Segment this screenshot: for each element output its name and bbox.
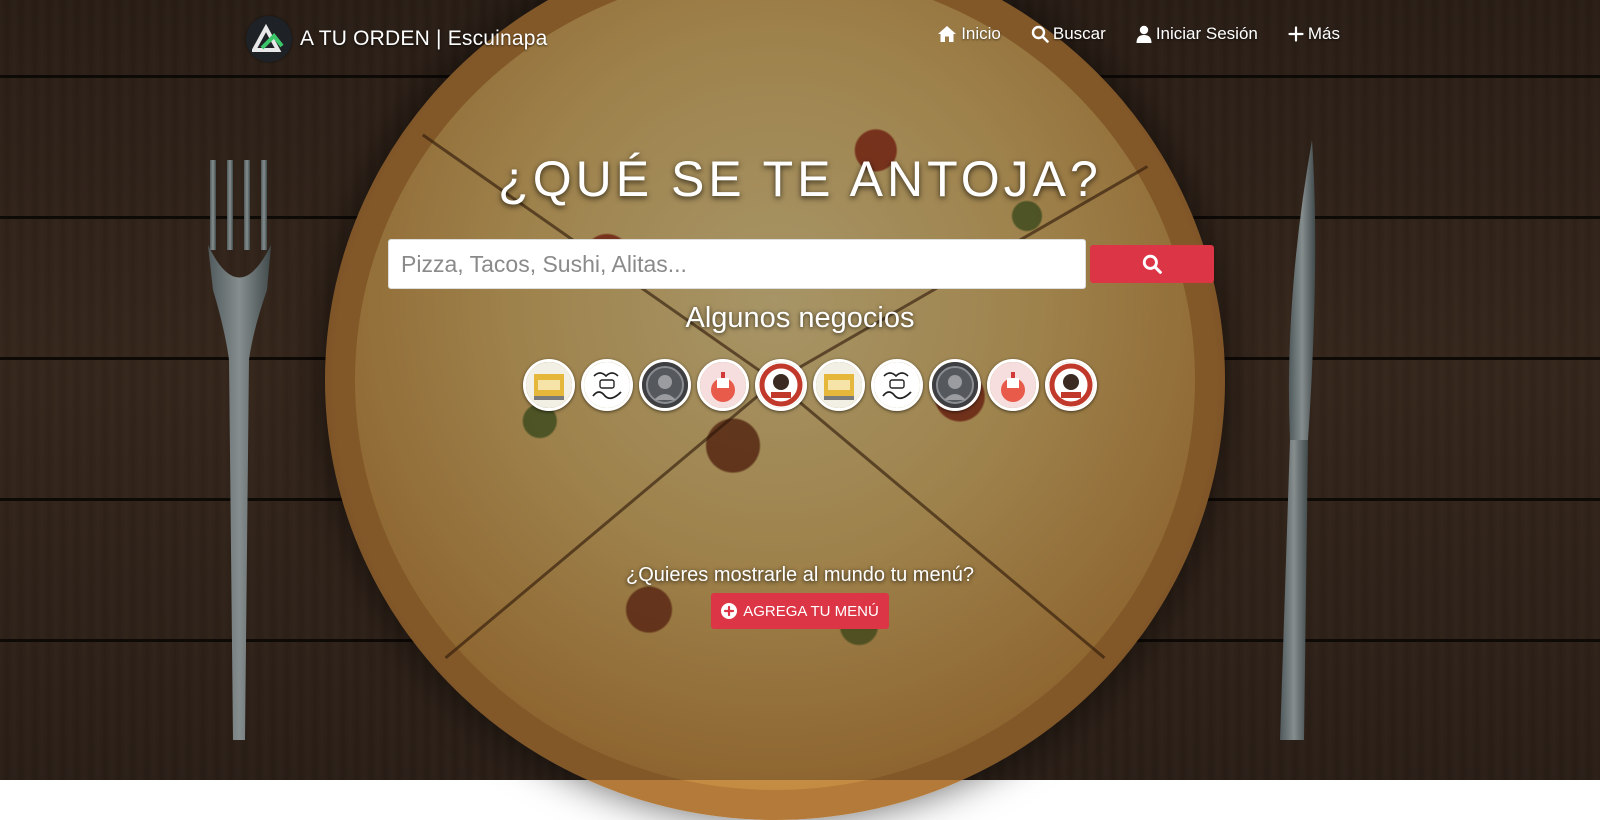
search-icon bbox=[1142, 254, 1162, 274]
nav-inicio[interactable]: Inicio bbox=[937, 24, 1001, 44]
navbar: A TU ORDEN | Escuinapa Inicio Buscar Ini… bbox=[0, 0, 1600, 76]
crepe-coffee-logo[interactable] bbox=[581, 359, 633, 411]
businesses-heading: Algunos negocios bbox=[685, 302, 915, 334]
nav-buscar[interactable]: Buscar bbox=[1031, 24, 1106, 44]
home-icon bbox=[938, 26, 957, 42]
search-input[interactable] bbox=[388, 239, 1086, 289]
add-menu-button[interactable]: AGREGA TU MENÚ bbox=[711, 593, 889, 629]
nav-mas-label: Más bbox=[1307, 24, 1340, 43]
plus-icon bbox=[1288, 26, 1304, 42]
don-nacho-logo[interactable] bbox=[1045, 359, 1097, 411]
crepe-coffee-logo[interactable] bbox=[871, 359, 923, 411]
search-bar bbox=[388, 239, 1214, 289]
don-nacho-logo[interactable] bbox=[755, 359, 807, 411]
restaurant-logo-yellow[interactable] bbox=[813, 359, 865, 411]
nav-menu: Inicio Buscar Iniciar Sesión Más bbox=[907, 24, 1340, 44]
brand-link[interactable]: A TU ORDEN | Escuinapa bbox=[246, 16, 548, 62]
search-icon bbox=[1031, 25, 1049, 43]
restaurant-logo-yellow[interactable] bbox=[523, 359, 575, 411]
promo-question: ¿Quieres mostrarle al mundo tu menú? bbox=[626, 564, 974, 586]
user-icon bbox=[1136, 25, 1152, 43]
plus-circle-icon bbox=[721, 603, 738, 619]
nav-mas[interactable]: Más bbox=[1288, 24, 1340, 44]
portrait-logo-dark[interactable] bbox=[929, 359, 981, 411]
brand-logo-icon bbox=[246, 16, 292, 62]
portrait-logo-dark[interactable] bbox=[639, 359, 691, 411]
add-menu-label: AGREGA TU MENÚ bbox=[743, 602, 879, 620]
nav-iniciar-sesion-label: Iniciar Sesión bbox=[1155, 24, 1258, 43]
business-logos bbox=[523, 359, 1103, 411]
cake-logo-pink[interactable] bbox=[987, 359, 1039, 411]
nav-inicio-label: Inicio bbox=[961, 24, 1001, 43]
nav-buscar-label: Buscar bbox=[1052, 24, 1106, 43]
hero-title: ¿QUÉ SE TE ANTOJA? bbox=[498, 151, 1102, 207]
nav-iniciar-sesion[interactable]: Iniciar Sesión bbox=[1136, 24, 1258, 44]
cake-logo-pink[interactable] bbox=[697, 359, 749, 411]
brand-title: A TU ORDEN | Escuinapa bbox=[300, 27, 548, 50]
search-button[interactable] bbox=[1090, 245, 1214, 283]
